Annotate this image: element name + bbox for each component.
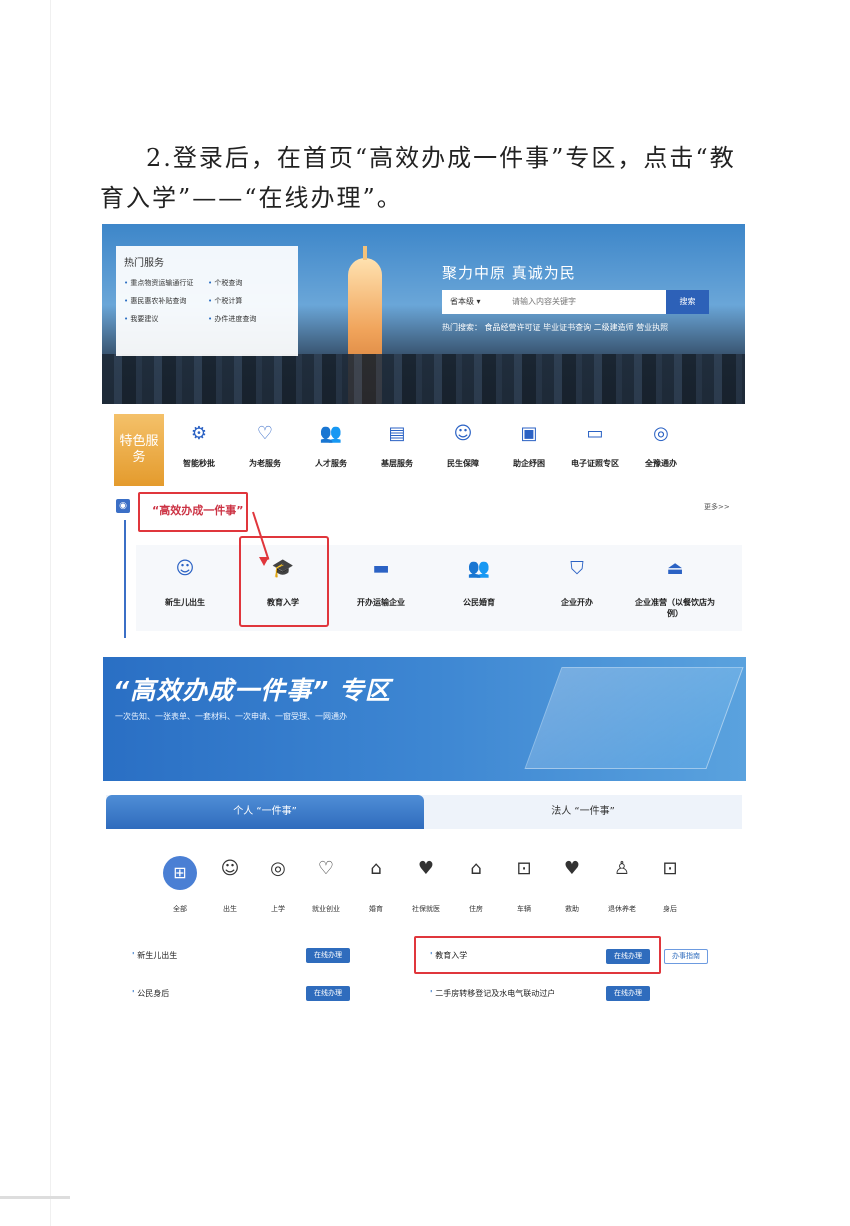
isometric-illustration: [524, 667, 744, 769]
hand-icon: ☺: [453, 423, 473, 444]
feature-item[interactable]: ⚙ 智能秒批: [166, 422, 232, 469]
check-circle-icon: ◎: [653, 423, 669, 444]
medical-icon: ♥: [417, 858, 435, 879]
feature-item[interactable]: ▣ 助企纾困: [496, 422, 562, 469]
feature-item[interactable]: ♡ 为老服务: [232, 422, 298, 469]
feature-item[interactable]: ▭ 电子证照专区: [562, 422, 628, 469]
slogan: 聚力中原 真诚为民: [442, 264, 576, 282]
approval-icon: ⚙: [190, 423, 208, 444]
card-marriage[interactable]: 👥 公民婚育: [434, 557, 524, 608]
feature-item[interactable]: ◎ 全豫通办: [628, 422, 694, 469]
category-item[interactable]: ♥ 救助: [548, 856, 596, 914]
category-item[interactable]: ⊡ 身后: [646, 856, 694, 914]
support-icon: ▣: [520, 423, 538, 444]
category-item[interactable]: ♡ 就业创业: [302, 856, 350, 914]
online-handle-button[interactable]: 在线办理: [306, 986, 350, 1001]
feature-item[interactable]: ▤ 基层服务: [364, 422, 430, 469]
guide-button[interactable]: 办事指南: [664, 949, 708, 964]
aid-icon: ♥: [563, 858, 581, 879]
one-thing-title: “高效办成一件事”: [152, 504, 244, 517]
vehicle-icon: ⊡: [516, 858, 532, 879]
more-link[interactable]: 更多>>: [704, 502, 730, 512]
instruction-text: 2.登录后，在首页“高效办成一件事”专区，点击“教育入学”——“在线办理”。: [100, 144, 736, 212]
baby-icon: ☺: [220, 858, 240, 879]
featured-services: 特色服务 ⚙ 智能秒批 ♡ 为老服务 👥 人才服务 ▤ 基层服务 ☺ 民生保障 ▣ 助企纾困…: [114, 414, 734, 488]
tab-personal[interactable]: 个人 “一件事”: [106, 795, 424, 829]
hot-services-title: 热门服务: [124, 258, 164, 269]
feature-item[interactable]: 👥 人才服务: [298, 422, 364, 469]
document-icon: ▤: [388, 423, 406, 444]
heart-icon: ♡: [256, 423, 274, 444]
portal-banner: 热门服务 重点物资运输通行证 个税查询 惠民惠农补贴查询 个税计算 我要建议 办…: [102, 224, 745, 404]
category-item[interactable]: ♥ 社保就医: [402, 856, 450, 914]
category-item[interactable]: ⌂ 住房: [452, 856, 500, 914]
featured-badge: 特色服务: [114, 414, 164, 486]
hot-item[interactable]: 个税计算: [208, 296, 242, 306]
education-row-highlight: [414, 936, 661, 974]
hot-item[interactable]: 我要建议: [124, 314, 158, 324]
house-icon: ⌂: [470, 858, 482, 879]
card-business[interactable]: ⛉ 企业开办: [532, 557, 622, 608]
search-input[interactable]: 请输入内容关键字: [512, 296, 576, 307]
elder-icon: ♙: [613, 858, 631, 879]
search-box[interactable]: 省本级 ▾ 请输入内容关键字: [442, 290, 666, 314]
page-edge-line: [50, 0, 51, 1226]
search-button[interactable]: 搜索: [666, 290, 709, 314]
one-thing-title-highlight: “高效办成一件事”: [138, 492, 248, 532]
zone-subtitle: 一次告知、一张表单、一套材料、一次申请、一窗受理、一网通办: [115, 712, 347, 721]
list-item: 公民身后: [132, 988, 169, 999]
category-all[interactable]: ⊞ 全部: [156, 856, 204, 914]
grid-icon: ⊞: [163, 856, 197, 890]
handshake-icon: ♡: [317, 858, 335, 879]
list-item: 新生儿出生: [132, 950, 177, 961]
home-heart-icon: ⌂: [370, 858, 382, 879]
category-item[interactable]: ♙ 退休养老: [598, 856, 646, 914]
card-transport[interactable]: ▬ 开办运输企业: [336, 557, 426, 608]
shield-icon: ⛉: [570, 558, 584, 579]
category-item[interactable]: ◎ 上学: [254, 856, 302, 914]
list-item: 二手房转移登记及水电气联动过户: [430, 988, 555, 999]
hot-search-links[interactable]: 热门搜索： 食品经营许可证 毕业证书查询 二级建造师 营业执照: [442, 322, 668, 333]
zone-banner: “高效办成一件事” 专区 一次告知、一张表单、一套材料、一次申请、一窗受理、一网…: [103, 657, 746, 781]
dish-icon: ⏏: [666, 558, 684, 579]
hot-item[interactable]: 办件进度查询: [208, 314, 256, 324]
compass-icon: ◉: [116, 499, 130, 513]
hot-item[interactable]: 个税查询: [208, 278, 242, 288]
card-newborn[interactable]: ☺ 新生儿出生: [140, 557, 230, 608]
bottom-edge: [0, 1196, 70, 1199]
school-icon: ◎: [270, 858, 286, 879]
city-skyline: [102, 354, 745, 404]
one-thing-cards: ☺ 新生儿出生 🎓 教育入学 ▬ 开办运输企业 👥 公民婚育 ⛉ 企业开办 ⏏ 企业准营（以…: [136, 545, 742, 631]
online-handle-button[interactable]: 在线办理: [306, 948, 350, 963]
education-highlight-box: [239, 536, 329, 627]
category-item[interactable]: ⌂ 婚育: [352, 856, 400, 914]
certificate-icon: ▭: [586, 423, 604, 444]
baby-icon: ☺: [175, 558, 195, 579]
tab-bar: 个人 “一件事” 法人 “一件事”: [106, 795, 742, 829]
category-item[interactable]: ⊡ 车辆: [500, 856, 548, 914]
zone-title: “高效办成一件事” 专区: [113, 676, 391, 705]
search-scope-select[interactable]: 省本级 ▾: [450, 296, 481, 307]
briefcase-icon: ▬: [372, 558, 390, 579]
hot-item[interactable]: 惠民惠农补贴查询: [124, 296, 186, 306]
online-handle-button[interactable]: 在线办理: [606, 986, 650, 1001]
pointer-arrowhead: [259, 557, 269, 566]
hot-item[interactable]: 重点物资运输通行证: [124, 278, 193, 288]
card-catering[interactable]: ⏏ 企业准营（以餐饮店为例）: [630, 557, 720, 619]
people-icon: 👥: [319, 423, 343, 444]
couple-icon: 👥: [467, 558, 491, 579]
tab-corporate[interactable]: 法人 “一件事”: [424, 795, 742, 829]
section-line: [124, 520, 126, 638]
feature-item[interactable]: ☺ 民生保障: [430, 422, 496, 469]
memorial-icon: ⊡: [662, 858, 678, 879]
category-item[interactable]: ☺ 出生: [206, 856, 254, 914]
hot-services-panel: 热门服务 重点物资运输通行证 个税查询 惠民惠农补贴查询 个税计算 我要建议 办…: [116, 246, 298, 356]
